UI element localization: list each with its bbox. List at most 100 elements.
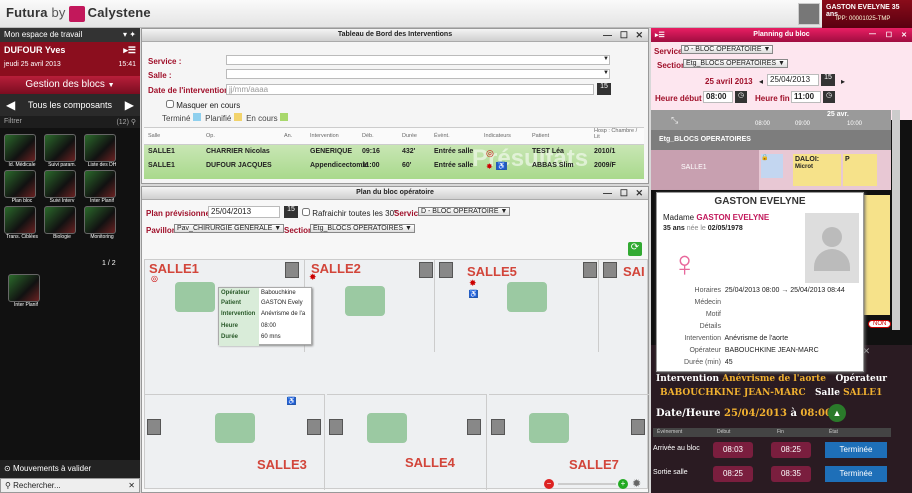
- tile-suivi-interv-icon[interactable]: [44, 170, 76, 198]
- calendar-button[interactable]: 15: [597, 83, 611, 95]
- female-icon: ♀: [671, 243, 698, 284]
- search-input[interactable]: ⚲ Rechercher... ✕: [0, 478, 140, 493]
- clock-icon[interactable]: ◷: [735, 91, 747, 103]
- menu-icon[interactable]: ▸☰: [655, 31, 665, 39]
- calendar-button[interactable]: 15: [284, 206, 298, 218]
- tile-id-medicale-icon[interactable]: [4, 134, 36, 162]
- planning-block[interactable]: P: [843, 154, 877, 186]
- timeline-room-row: SALLE1 🔒 DALOI: Microt P: [651, 150, 891, 190]
- start-time-input[interactable]: 08:00: [703, 91, 733, 103]
- maximize-icon[interactable]: ☐: [886, 31, 892, 39]
- tile-inter-planif-icon[interactable]: [84, 170, 116, 198]
- next-arrow-icon[interactable]: ▶: [125, 98, 134, 112]
- section-selector[interactable]: Gestion des blocs ▼: [0, 76, 140, 94]
- pin-icon[interactable]: ▾ ✦: [123, 30, 136, 39]
- planning-date-input[interactable]: 25/04/2013: [767, 74, 819, 86]
- status-badge: Terminée: [825, 466, 887, 482]
- settings-icon[interactable]: ✹: [632, 477, 641, 490]
- room-salle5[interactable]: SALLE5 ✸ ♿: [437, 260, 599, 352]
- timeline-group: Etg_BLOCS OPERATOIRES: [651, 130, 891, 150]
- hide-checkbox[interactable]: [166, 100, 174, 108]
- tile-liste-dh-icon[interactable]: [84, 134, 116, 162]
- refresh-option[interactable]: Rafraichir toutes les 30": [302, 208, 397, 218]
- tile-inter-planif-2-icon[interactable]: [8, 274, 40, 302]
- plan-title-bar: Plan du bloc opératoire — ☐ ✕: [142, 187, 648, 200]
- equipment-icon: [439, 262, 453, 278]
- salle-select[interactable]: ▼: [226, 69, 610, 79]
- search-icon[interactable]: ⚲: [131, 119, 136, 126]
- clear-icon[interactable]: ✕: [128, 481, 135, 490]
- plan-section-select[interactable]: Etg_BLOCS OPERATOIRES ▼: [310, 224, 415, 233]
- refresh-checkbox[interactable]: [302, 208, 310, 216]
- tile-suivi-param-icon[interactable]: [44, 134, 76, 162]
- status-icon: ▲: [828, 404, 846, 422]
- close-icon[interactable]: ✕: [901, 31, 907, 39]
- room-salle2[interactable]: SALLE2 ✸: [305, 260, 435, 352]
- table-row[interactable]: SALLE1 DUFOUR JACQUES Appendicectomie 11:00…: [144, 162, 644, 174]
- planning-title-bar: ▸☰ Planning du bloc — ☐ ✕: [651, 28, 912, 42]
- component-grid: Id. Médicale Suivi param. Liste des DH P…: [4, 134, 140, 240]
- minimize-icon[interactable]: —: [869, 31, 876, 38]
- refresh-icon[interactable]: ⟳: [628, 242, 642, 256]
- table-row[interactable]: SALLE1 CHARRIER Nicolas GENERIQUE 09:16 432'…: [144, 148, 644, 160]
- prev-day-icon[interactable]: ◂: [759, 77, 763, 86]
- scrollbar[interactable]: [892, 110, 900, 330]
- hide-inprogress[interactable]: Masquer en cours: [166, 100, 240, 110]
- planning-block[interactable]: DALOI: Microt: [793, 154, 841, 186]
- tile-extra[interactable]: Inter Planif: [8, 274, 44, 308]
- timeline-header: ⤡ 25 avr. 08:00 09:00 10:00: [651, 110, 891, 130]
- date-input[interactable]: jj/mm/aaaa: [226, 84, 594, 95]
- room-salle4[interactable]: SALLE4: [327, 394, 487, 490]
- page-indicator[interactable]: 1 / 2: [102, 260, 116, 267]
- prev-arrow-icon[interactable]: ◀: [6, 98, 15, 112]
- event-row[interactable]: Sortie salle 08:25 08:35 Terminée: [653, 464, 891, 486]
- tile-plan-bloc-icon[interactable]: [4, 170, 36, 198]
- patient-photo: [805, 213, 859, 283]
- expand-icon[interactable]: ⤡: [671, 115, 678, 126]
- tile-trans-ciblees-icon[interactable]: [4, 206, 36, 234]
- calendar-button[interactable]: 15: [821, 74, 835, 86]
- plan-service-select[interactable]: D - BLOC OPERATOIRE ▼: [418, 207, 511, 216]
- all-components-nav[interactable]: ◀ Tous les composants ▶: [0, 94, 140, 116]
- equipment-icon: [491, 419, 505, 435]
- planning-service-select[interactable]: D - BLOC OPERATOIRE ▼: [681, 45, 774, 54]
- workspace-menu[interactable]: Mon espace de travail ▾ ✦: [0, 28, 140, 42]
- maximize-icon[interactable]: ☐: [620, 30, 628, 41]
- plan-date-input[interactable]: 25/04/2013: [208, 206, 280, 218]
- zoom-in-icon[interactable]: +: [618, 479, 628, 489]
- table-header: Salle Op. An. Intervention Déb. Durée Évènt. In…: [144, 127, 644, 145]
- sidebar: Mon espace de travail ▾ ✦ DUFOUR Yves ▸☰ j…: [0, 28, 140, 493]
- flag-icon: ✸: [469, 278, 477, 288]
- planning-section-select[interactable]: Etg_BLOCS OPERATOIRES ▼: [683, 59, 788, 68]
- alert-icon: ◎: [486, 148, 494, 158]
- planning-block[interactable]: [862, 195, 890, 315]
- events-header: Évènement Début Fin État: [653, 428, 891, 437]
- service-select[interactable]: ▼: [226, 55, 610, 65]
- planning-form: Service D - BLOC OPERATOIRE ▼ Section Et…: [651, 42, 912, 120]
- zoom-slider[interactable]: [558, 483, 616, 485]
- legend-done-swatch: [192, 113, 201, 121]
- minimize-icon[interactable]: —: [603, 188, 612, 198]
- tile-biologie-icon[interactable]: [44, 206, 76, 234]
- close-icon[interactable]: ✕: [635, 188, 643, 199]
- legend-planned-swatch: [233, 113, 242, 121]
- tile-monitoring-icon[interactable]: [84, 206, 116, 234]
- non-badge[interactable]: NON: [868, 320, 892, 328]
- room-salle7[interactable]: SALLE7: [489, 394, 649, 490]
- zoom-out-icon[interactable]: −: [544, 479, 554, 489]
- menu-icon[interactable]: ▸☰: [123, 45, 136, 56]
- room-sai[interactable]: SAI: [601, 260, 647, 352]
- operating-table-icon: [529, 413, 569, 443]
- planning-block[interactable]: 🔒: [761, 154, 783, 178]
- minimize-icon[interactable]: —: [603, 30, 612, 40]
- end-time-input[interactable]: 11:00: [791, 91, 821, 103]
- pavillon-select[interactable]: Pav_CHIRURGIE GENERALE ▼: [174, 224, 285, 233]
- room-salle3[interactable]: ♿ SALLE3: [145, 394, 325, 490]
- event-row[interactable]: Arrivée au bloc 08:03 08:25 Terminée: [653, 440, 891, 462]
- pending-movements[interactable]: ⊙ Mouvements à valider: [0, 460, 140, 478]
- filter-bar[interactable]: Filtrer (12) ⚲: [0, 116, 140, 128]
- next-day-icon[interactable]: ▸: [841, 77, 845, 86]
- clock-icon[interactable]: ◷: [823, 91, 835, 103]
- close-icon[interactable]: ✕: [635, 30, 643, 41]
- maximize-icon[interactable]: ☐: [620, 188, 628, 199]
